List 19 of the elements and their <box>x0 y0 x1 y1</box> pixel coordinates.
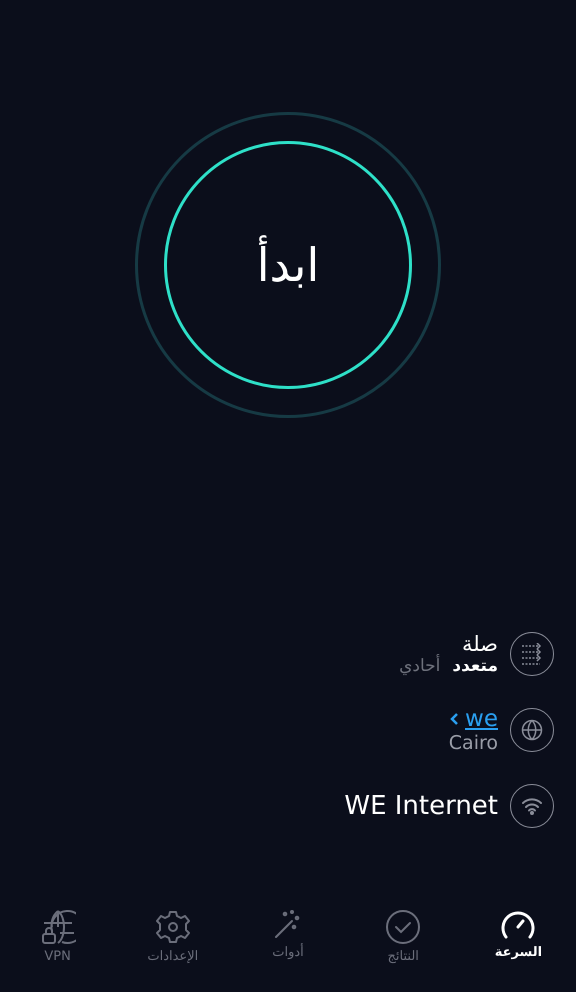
tab[interactable]: الإعدادات <box>115 908 230 988</box>
tab[interactable]: أدوات <box>230 908 346 988</box>
tab[interactable]: السرعة <box>460 908 576 988</box>
tab[interactable]: النتائج <box>346 908 461 988</box>
checkmark-circle-icon <box>385 909 422 945</box>
server-link[interactable]: we <box>465 706 498 732</box>
start-button[interactable]: ابدأ <box>164 141 412 389</box>
tab[interactable]: VPN <box>0 908 116 988</box>
speedometer-icon <box>500 909 536 941</box>
globe-icon <box>521 719 543 741</box>
network-name: WE Internet <box>344 791 498 821</box>
chevron-left-icon <box>450 712 460 726</box>
wifi-icon <box>521 797 543 815</box>
settings-icon <box>154 909 191 945</box>
arrows-icon <box>520 643 544 665</box>
connection-mode-option[interactable]: متعدد <box>452 656 498 676</box>
connection-mode-option[interactable]: أحادي <box>399 656 440 676</box>
connections-title: صلة <box>462 632 498 656</box>
server-location: Cairo <box>448 732 498 754</box>
